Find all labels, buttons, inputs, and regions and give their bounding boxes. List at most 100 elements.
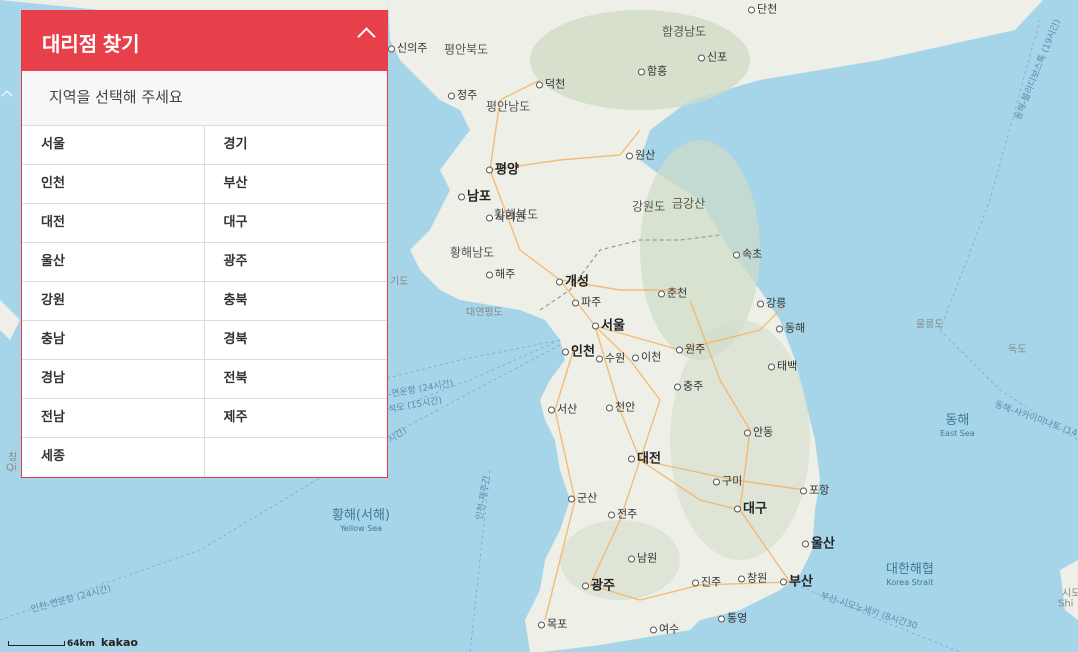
city-marker-icon	[626, 152, 633, 159]
region-option[interactable]: 충북	[204, 282, 387, 321]
city-label: 대전	[628, 453, 661, 466]
city-marker-icon	[692, 579, 699, 586]
region-option[interactable]: 전북	[204, 360, 387, 399]
region-option[interactable]: 부산	[204, 165, 387, 204]
region-option[interactable]: 대구	[204, 204, 387, 243]
city-name: 파주	[581, 295, 602, 309]
region-option[interactable]: 울산	[22, 243, 205, 282]
city-marker-icon	[486, 166, 493, 174]
city-name: 평양	[495, 162, 519, 178]
region-empty	[205, 438, 388, 477]
city-marker-icon	[608, 511, 615, 518]
city-label: 신의주	[388, 42, 427, 55]
city-name: 남원	[637, 551, 658, 565]
city-label: 인천	[562, 346, 595, 359]
city-marker-icon	[658, 290, 665, 297]
chevron-up-icon[interactable]	[1, 88, 13, 100]
city-marker-icon	[592, 322, 599, 330]
city-name: 동해	[785, 321, 806, 335]
city-marker-icon	[800, 487, 807, 494]
city-label: 개성	[556, 276, 589, 289]
city-marker-icon	[486, 271, 493, 278]
city-name: 남포	[467, 189, 491, 205]
region-option[interactable]: 경남	[22, 360, 205, 399]
city-marker-icon	[572, 299, 579, 306]
city-name: 충주	[683, 379, 704, 393]
city-name: 춘천	[667, 286, 688, 300]
city-label: 원산	[626, 149, 655, 162]
city-label: 서산	[548, 403, 577, 416]
city-marker-icon	[733, 251, 740, 258]
city-label: 강릉	[757, 297, 786, 310]
city-marker-icon	[568, 495, 575, 502]
city-label: 여수	[650, 623, 679, 636]
region-option[interactable]: 경북	[204, 321, 387, 360]
city-marker-icon	[448, 92, 455, 99]
city-label: 원주	[676, 343, 705, 356]
region-option[interactable]: 강원	[22, 282, 205, 321]
city-name: 개성	[565, 274, 589, 290]
city-name: 단천	[757, 2, 778, 16]
province-label: 평안북도	[444, 42, 489, 57]
city-name: 신포	[707, 50, 728, 64]
region-option[interactable]: 인천	[22, 165, 205, 204]
city-marker-icon	[486, 214, 493, 221]
chevron-up-icon[interactable]	[357, 23, 377, 43]
city-name: 군산	[577, 491, 598, 505]
region-option[interactable]: 경기	[204, 126, 387, 165]
city-label: 단천	[748, 3, 777, 16]
city-label: 이천	[632, 351, 661, 364]
city-label: 남포	[458, 191, 491, 204]
sea-name-english: Yellow Sea	[339, 524, 383, 533]
city-name: 함흥	[647, 64, 668, 78]
region-grid: 서울 경기 인천 부산 대전 대구 울산 광주 강원 충북 충남 경북 경남 전북 전남 제주 세종	[22, 126, 387, 477]
city-label: 충주	[674, 380, 703, 393]
province-label: 강원도	[632, 199, 666, 214]
city-label: 전주	[608, 508, 637, 521]
city-label: 춘천	[658, 287, 687, 300]
region-option[interactable]: 세종	[22, 438, 205, 477]
city-name: 진주	[701, 575, 722, 589]
city-marker-icon	[638, 68, 645, 75]
city-name: 포항	[809, 483, 830, 497]
city-label: 함흥	[638, 65, 667, 78]
city-marker-icon	[650, 626, 657, 633]
city-name: 덕천	[545, 77, 566, 91]
city-marker-icon	[776, 325, 783, 332]
scale-bar-line	[8, 640, 65, 646]
sea-label: 황해(서해) Yellow Sea	[332, 509, 390, 535]
kakao-logo: kakao	[100, 636, 138, 649]
place-label: 기도	[390, 276, 409, 288]
city-name: 창원	[747, 571, 768, 585]
city-label: 동해	[776, 322, 805, 335]
city-marker-icon	[582, 582, 589, 590]
city-marker-icon	[458, 193, 465, 201]
region-option[interactable]: 충남	[22, 321, 205, 360]
city-marker-icon	[768, 363, 775, 370]
scale-bar: 64km kakao	[8, 636, 138, 649]
city-marker-icon	[628, 455, 635, 463]
city-name: 대전	[637, 451, 661, 467]
land-china-small	[0, 300, 20, 340]
city-marker-icon	[748, 6, 755, 13]
panel-title: 대리점 찾기	[42, 34, 140, 56]
region-option[interactable]: 광주	[204, 243, 387, 282]
city-marker-icon	[538, 621, 545, 628]
city-label: 해주	[486, 268, 515, 281]
city-name: 신의주	[397, 41, 428, 55]
province-label: 평안남도	[486, 99, 531, 114]
region-option[interactable]: 전남	[22, 399, 205, 438]
city-name: 부산	[789, 574, 813, 590]
city-name: 울산	[811, 536, 835, 552]
region-option[interactable]: 제주	[204, 399, 387, 438]
city-label: 파주	[572, 296, 601, 309]
region-option[interactable]: 서울	[22, 126, 205, 165]
region-option[interactable]: 대전	[22, 204, 205, 243]
city-name: 속초	[742, 247, 763, 261]
city-marker-icon	[738, 575, 745, 582]
city-label: 태백	[768, 360, 797, 373]
city-label: 정주	[448, 89, 477, 102]
place-label: Qi	[6, 462, 17, 474]
city-label: 목포	[538, 618, 567, 631]
city-label: 울산	[802, 538, 835, 551]
